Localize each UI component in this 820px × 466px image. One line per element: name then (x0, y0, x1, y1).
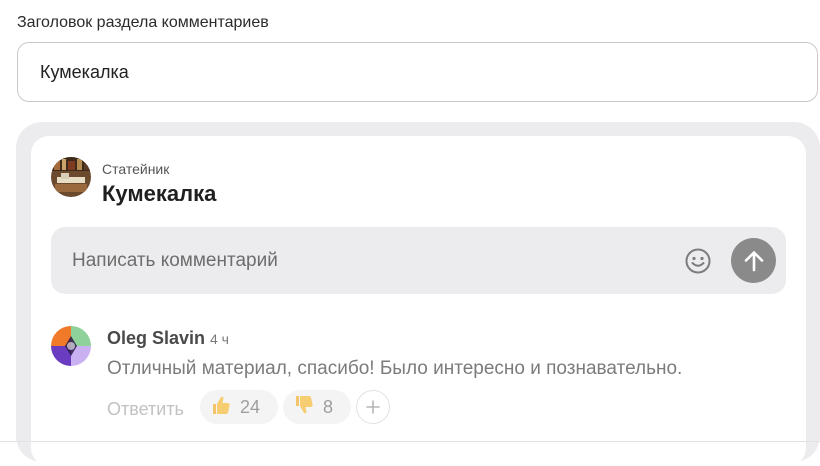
comments-section-title: Кумекалка (102, 181, 217, 206)
thumbs-down-icon (293, 394, 315, 421)
plus-icon (366, 400, 380, 414)
thumbs-up-icon (210, 394, 232, 421)
divider (0, 441, 820, 442)
comments-title-label: Заголовок раздела комментариев (17, 14, 269, 31)
reaction-like-button[interactable]: 24 (200, 390, 278, 424)
arrow-up-icon (744, 250, 763, 271)
comments-preview-panel: Статейник Кумекалка Написать комментарий… (16, 122, 820, 466)
reaction-dislike-button[interactable]: 8 (283, 390, 351, 424)
comment-item: Oleg Slavin 4 ч Отличный материал, спаси… (51, 324, 771, 434)
site-avatar (51, 157, 91, 197)
like-count: 24 (240, 396, 261, 417)
dislike-count: 8 (323, 396, 334, 417)
avatar[interactable] (51, 326, 91, 366)
add-reaction-button[interactable] (356, 390, 390, 424)
comment-author[interactable]: Oleg Slavin (107, 328, 205, 349)
comment-text: Отличный материал, спасибо! Было интерес… (107, 358, 683, 379)
comment-input[interactable] (51, 227, 671, 294)
comments-widget-card: Статейник Кумекалка Написать комментарий… (31, 136, 806, 466)
send-button[interactable] (731, 238, 776, 283)
comments-title-input[interactable] (17, 42, 818, 102)
site-name: Статейник (102, 161, 170, 177)
comment-time: 4 ч (210, 331, 229, 347)
comment-composer (51, 227, 786, 294)
reply-button[interactable]: Ответить (107, 399, 184, 420)
smiley-icon[interactable] (684, 247, 712, 275)
